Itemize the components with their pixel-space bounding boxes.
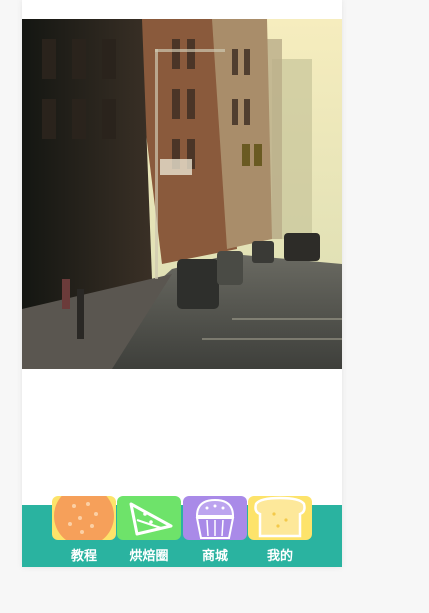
tab-label: 商城 [201,549,228,564]
tab-label: 教程 [70,549,97,564]
tab-label: 我的 [266,549,293,564]
tab-baking-circle[interactable]: 烘焙圈 [117,496,181,567]
tab-mall[interactable]: 商城 [183,496,247,567]
bottom-tab-bar: 教程 烘焙圈 商城 我的 [22,496,342,567]
hero-image [22,19,342,369]
tab-label: 烘焙圈 [129,549,169,564]
cupcake-icon [183,496,247,540]
tab-tutorial[interactable]: 教程 [52,496,116,567]
cookie-icon [52,496,116,540]
tab-mine[interactable]: 我的 [248,496,312,567]
app-screen: 教程 烘焙圈 商城 我的 [22,0,342,567]
cake-slice-icon [117,496,181,540]
bread-icon [248,496,312,540]
